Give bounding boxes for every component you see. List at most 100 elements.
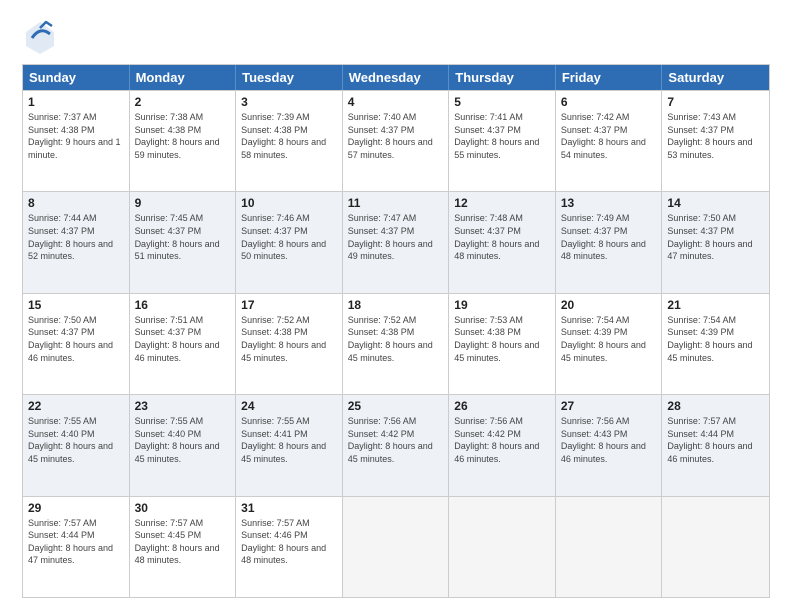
day-number: 17 bbox=[241, 298, 337, 312]
day-info: Sunrise: 7:48 AMSunset: 4:37 PMDaylight:… bbox=[454, 212, 550, 262]
day-number: 3 bbox=[241, 95, 337, 109]
cal-week: 22 Sunrise: 7:55 AMSunset: 4:40 PMDayligh… bbox=[23, 394, 769, 495]
day-info: Sunrise: 7:49 AMSunset: 4:37 PMDaylight:… bbox=[561, 212, 657, 262]
cal-cell: 29 Sunrise: 7:57 AMSunset: 4:44 PMDayligh… bbox=[23, 497, 130, 597]
cal-cell bbox=[449, 497, 556, 597]
cal-cell: 3 Sunrise: 7:39 AMSunset: 4:38 PMDaylight… bbox=[236, 91, 343, 191]
day-info: Sunrise: 7:39 AMSunset: 4:38 PMDaylight:… bbox=[241, 111, 337, 161]
day-number: 6 bbox=[561, 95, 657, 109]
cal-cell: 6 Sunrise: 7:42 AMSunset: 4:37 PMDaylight… bbox=[556, 91, 663, 191]
calendar-body: 1 Sunrise: 7:37 AMSunset: 4:38 PMDaylight… bbox=[23, 90, 769, 597]
day-number: 7 bbox=[667, 95, 764, 109]
cal-cell: 8Sunrise: 7:44 AMSunset: 4:37 PMDaylight… bbox=[23, 192, 130, 292]
cal-cell: 10Sunrise: 7:46 AMSunset: 4:37 PMDayligh… bbox=[236, 192, 343, 292]
cal-cell: 18 Sunrise: 7:52 AMSunset: 4:38 PMDayligh… bbox=[343, 294, 450, 394]
day-number: 15 bbox=[28, 298, 124, 312]
day-info: Sunrise: 7:56 AMSunset: 4:43 PMDaylight:… bbox=[561, 415, 657, 465]
day-info: Sunrise: 7:40 AMSunset: 4:37 PMDaylight:… bbox=[348, 111, 444, 161]
calendar: SundayMondayTuesdayWednesdayThursdayFrid… bbox=[22, 64, 770, 598]
cal-header-day: Saturday bbox=[662, 65, 769, 90]
cal-cell: 28Sunrise: 7:57 AMSunset: 4:44 PMDayligh… bbox=[662, 395, 769, 495]
cal-cell: 1 Sunrise: 7:37 AMSunset: 4:38 PMDaylight… bbox=[23, 91, 130, 191]
day-info: Sunrise: 7:55 AMSunset: 4:41 PMDaylight:… bbox=[241, 415, 337, 465]
logo bbox=[22, 18, 64, 54]
day-number: 29 bbox=[28, 501, 124, 515]
cal-cell: 30 Sunrise: 7:57 AMSunset: 4:45 PMDayligh… bbox=[130, 497, 237, 597]
day-number: 23 bbox=[135, 399, 231, 413]
cal-week: 29 Sunrise: 7:57 AMSunset: 4:44 PMDayligh… bbox=[23, 496, 769, 597]
day-info: Sunrise: 7:55 AMSunset: 4:40 PMDaylight:… bbox=[28, 415, 124, 465]
day-number: 12 bbox=[454, 196, 550, 210]
day-info: Sunrise: 7:54 AMSunset: 4:39 PMDaylight:… bbox=[561, 314, 657, 364]
day-number: 18 bbox=[348, 298, 444, 312]
cal-week: 1 Sunrise: 7:37 AMSunset: 4:38 PMDaylight… bbox=[23, 90, 769, 191]
day-number: 14 bbox=[667, 196, 764, 210]
page: SundayMondayTuesdayWednesdayThursdayFrid… bbox=[0, 0, 792, 612]
day-info: Sunrise: 7:56 AMSunset: 4:42 PMDaylight:… bbox=[454, 415, 550, 465]
cal-header-day: Tuesday bbox=[236, 65, 343, 90]
day-number: 31 bbox=[241, 501, 337, 515]
cal-cell: 19 Sunrise: 7:53 AMSunset: 4:38 PMDayligh… bbox=[449, 294, 556, 394]
day-info: Sunrise: 7:50 AMSunset: 4:37 PMDaylight:… bbox=[28, 314, 124, 364]
day-number: 1 bbox=[28, 95, 124, 109]
cal-cell: 22 Sunrise: 7:55 AMSunset: 4:40 PMDayligh… bbox=[23, 395, 130, 495]
day-info: Sunrise: 7:42 AMSunset: 4:37 PMDaylight:… bbox=[561, 111, 657, 161]
cal-cell: 20 Sunrise: 7:54 AMSunset: 4:39 PMDayligh… bbox=[556, 294, 663, 394]
cal-cell: 21 Sunrise: 7:54 AMSunset: 4:39 PMDayligh… bbox=[662, 294, 769, 394]
cal-cell bbox=[556, 497, 663, 597]
day-info: Sunrise: 7:37 AMSunset: 4:38 PMDaylight:… bbox=[28, 111, 124, 161]
day-info: Sunrise: 7:47 AMSunset: 4:37 PMDaylight:… bbox=[348, 212, 444, 262]
day-number: 20 bbox=[561, 298, 657, 312]
day-number: 30 bbox=[135, 501, 231, 515]
header bbox=[22, 18, 770, 54]
cal-header-day: Thursday bbox=[449, 65, 556, 90]
day-info: Sunrise: 7:57 AMSunset: 4:46 PMDaylight:… bbox=[241, 517, 337, 567]
cal-header-day: Wednesday bbox=[343, 65, 450, 90]
day-info: Sunrise: 7:57 AMSunset: 4:44 PMDaylight:… bbox=[28, 517, 124, 567]
cal-cell: 23 Sunrise: 7:55 AMSunset: 4:40 PMDayligh… bbox=[130, 395, 237, 495]
cal-week: 8Sunrise: 7:44 AMSunset: 4:37 PMDaylight… bbox=[23, 191, 769, 292]
day-number: 11 bbox=[348, 196, 444, 210]
day-number: 5 bbox=[454, 95, 550, 109]
day-info: Sunrise: 7:54 AMSunset: 4:39 PMDaylight:… bbox=[667, 314, 764, 364]
day-info: Sunrise: 7:44 AMSunset: 4:37 PMDaylight:… bbox=[28, 212, 124, 262]
cal-cell bbox=[343, 497, 450, 597]
day-number: 2 bbox=[135, 95, 231, 109]
cal-cell: 4 Sunrise: 7:40 AMSunset: 4:37 PMDaylight… bbox=[343, 91, 450, 191]
day-info: Sunrise: 7:45 AMSunset: 4:37 PMDaylight:… bbox=[135, 212, 231, 262]
cal-cell: 15 Sunrise: 7:50 AMSunset: 4:37 PMDayligh… bbox=[23, 294, 130, 394]
cal-header-day: Friday bbox=[556, 65, 663, 90]
day-number: 21 bbox=[667, 298, 764, 312]
day-number: 25 bbox=[348, 399, 444, 413]
logo-icon bbox=[22, 18, 58, 54]
day-number: 28 bbox=[667, 399, 764, 413]
cal-cell: 9Sunrise: 7:45 AMSunset: 4:37 PMDaylight… bbox=[130, 192, 237, 292]
day-info: Sunrise: 7:43 AMSunset: 4:37 PMDaylight:… bbox=[667, 111, 764, 161]
cal-header-day: Sunday bbox=[23, 65, 130, 90]
cal-cell: 5Sunrise: 7:41 AMSunset: 4:37 PMDaylight… bbox=[449, 91, 556, 191]
day-info: Sunrise: 7:52 AMSunset: 4:38 PMDaylight:… bbox=[348, 314, 444, 364]
cal-cell: 16Sunrise: 7:51 AMSunset: 4:37 PMDayligh… bbox=[130, 294, 237, 394]
day-info: Sunrise: 7:50 AMSunset: 4:37 PMDaylight:… bbox=[667, 212, 764, 262]
cal-cell: 13 Sunrise: 7:49 AMSunset: 4:37 PMDayligh… bbox=[556, 192, 663, 292]
cal-cell: 25 Sunrise: 7:56 AMSunset: 4:42 PMDayligh… bbox=[343, 395, 450, 495]
day-number: 22 bbox=[28, 399, 124, 413]
day-info: Sunrise: 7:55 AMSunset: 4:40 PMDaylight:… bbox=[135, 415, 231, 465]
day-number: 19 bbox=[454, 298, 550, 312]
day-number: 4 bbox=[348, 95, 444, 109]
day-info: Sunrise: 7:52 AMSunset: 4:38 PMDaylight:… bbox=[241, 314, 337, 364]
day-info: Sunrise: 7:56 AMSunset: 4:42 PMDaylight:… bbox=[348, 415, 444, 465]
cal-cell: 31 Sunrise: 7:57 AMSunset: 4:46 PMDayligh… bbox=[236, 497, 343, 597]
cal-cell: 17 Sunrise: 7:52 AMSunset: 4:38 PMDayligh… bbox=[236, 294, 343, 394]
day-number: 27 bbox=[561, 399, 657, 413]
day-info: Sunrise: 7:57 AMSunset: 4:45 PMDaylight:… bbox=[135, 517, 231, 567]
day-number: 16 bbox=[135, 298, 231, 312]
cal-cell bbox=[662, 497, 769, 597]
day-info: Sunrise: 7:53 AMSunset: 4:38 PMDaylight:… bbox=[454, 314, 550, 364]
cal-cell: 12 Sunrise: 7:48 AMSunset: 4:37 PMDayligh… bbox=[449, 192, 556, 292]
day-info: Sunrise: 7:46 AMSunset: 4:37 PMDaylight:… bbox=[241, 212, 337, 262]
day-info: Sunrise: 7:38 AMSunset: 4:38 PMDaylight:… bbox=[135, 111, 231, 161]
cal-cell: 26Sunrise: 7:56 AMSunset: 4:42 PMDayligh… bbox=[449, 395, 556, 495]
calendar-header: SundayMondayTuesdayWednesdayThursdayFrid… bbox=[23, 65, 769, 90]
day-number: 13 bbox=[561, 196, 657, 210]
